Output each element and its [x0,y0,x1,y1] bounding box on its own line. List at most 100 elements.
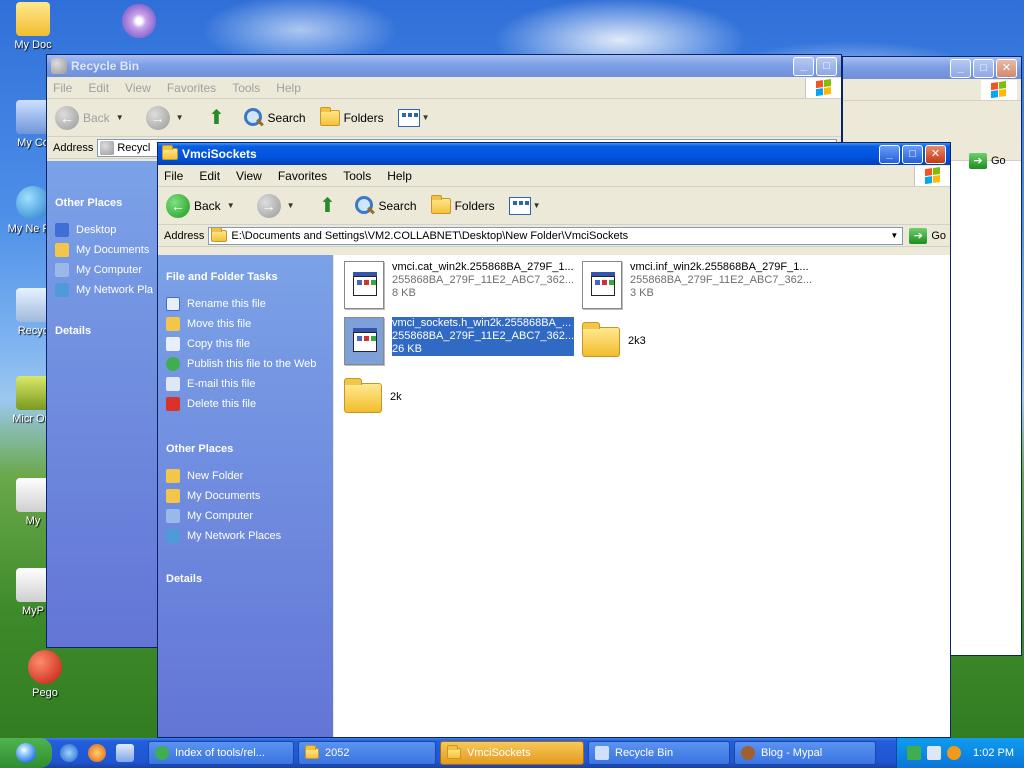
maximize-button[interactable]: □ [973,58,994,78]
task-publish[interactable]: Publish this file to the Web [158,357,333,371]
task-recycle-bin[interactable]: Recycle Bin [588,741,730,765]
search-tray-icon[interactable] [947,746,962,760]
up-button[interactable]: ⬆ [206,107,228,129]
minimize-button[interactable]: _ [950,58,971,78]
other-places-heading: Other Places [55,197,123,209]
views-icon [508,196,531,215]
views-button[interactable]: ▼ [397,108,438,127]
file-list[interactable]: vmci.cat_win2k.255868BA_279F_1... 255868… [334,255,950,737]
menu-file[interactable]: File [164,169,183,183]
folder-icon [319,106,340,126]
task-blog-mypal[interactable]: Blog - Mypal [734,741,876,765]
place-my-documents[interactable]: My Documents [47,243,157,257]
folders-button[interactable]: Folders [430,194,495,214]
folder-icon [162,145,178,160]
place-my-documents[interactable]: My Documents [158,489,333,503]
task-rename[interactable]: Rename this file [158,297,333,311]
titlebar[interactable]: Recycle Bin _ □ [47,55,841,77]
forward-arrow-icon: → [145,105,170,130]
recycle-bin-icon [595,746,609,760]
tool-tray-icon[interactable] [927,746,942,760]
recycle-bin-icon [100,140,115,155]
details-heading: Details [55,325,92,337]
go-button[interactable]: ➔ Go [909,227,946,244]
file-item[interactable]: vmci.inf_win2k.255868BA_279F_1... 255868… [582,261,812,309]
my-documents-icon [55,243,69,257]
menu-view[interactable]: View [125,81,151,95]
search-button[interactable]: Search [353,195,417,217]
menu-favorites[interactable]: Favorites [278,169,327,183]
desktop-icon-cd[interactable] [108,4,170,41]
menubar: File Edit View Favorites Tools Help [158,165,950,187]
forward-button[interactable]: → ▼ [145,105,192,130]
desktop-icon-my-documents[interactable]: My Doc [2,2,64,51]
maximize-button[interactable]: □ [816,56,837,76]
search-button[interactable]: Search [242,107,306,129]
start-button[interactable] [0,738,52,768]
up-button[interactable]: ⬆ [317,195,339,217]
titlebar[interactable]: _ □ ✕ [843,57,1021,79]
place-my-network[interactable]: My Network Pla [47,283,157,297]
ie-icon[interactable] [60,744,78,762]
folder-item[interactable]: 2k3 [582,317,646,357]
views-button[interactable]: ▼ [508,196,549,215]
cd-icon [122,4,156,38]
task-email[interactable]: E-mail this file [158,377,333,391]
menu-tools[interactable]: Tools [343,169,371,183]
task-2052[interactable]: 2052 [298,741,436,765]
file-item[interactable]: vmci.cat_win2k.255868BA_279F_1... 255868… [344,261,574,309]
folder-icon [211,227,228,242]
folders-button[interactable]: Folders [319,106,384,126]
task-vmcisockets[interactable]: VmciSockets [440,741,584,765]
globe-icon [16,186,50,220]
menu-edit[interactable]: Edit [88,81,109,95]
go-button[interactable]: ➔ Go [969,153,1006,169]
minimize-button[interactable]: _ [793,56,814,76]
menubar: File Edit View Favorites Tools Help [47,77,841,99]
menu-file[interactable]: File [53,81,72,95]
go-arrow-icon: ➔ [909,227,928,244]
network-tray-icon[interactable] [907,746,922,760]
place-my-computer[interactable]: My Computer [47,263,157,277]
chevron-down-icon: ▼ [421,113,430,122]
windows-logo-icon [805,77,841,98]
chevron-down-icon[interactable]: ▼ [886,231,902,240]
folder-icon [447,744,461,759]
place-my-network[interactable]: My Network Places [158,529,333,543]
maximize-button[interactable]: □ [902,144,923,164]
menu-tools[interactable]: Tools [232,81,260,95]
menu-edit[interactable]: Edit [199,169,220,183]
address-input[interactable]: E:\Documents and Settings\VM2.COLLABNET\… [208,226,904,245]
task-index-of-tools[interactable]: Index of tools/rel... [148,741,294,765]
my-computer-icon [166,509,180,523]
place-desktop[interactable]: Desktop [47,223,157,237]
menu-favorites[interactable]: Favorites [167,81,216,95]
task-copy[interactable]: Copy this file [158,337,333,351]
minimize-button[interactable]: _ [879,144,900,164]
menu-help[interactable]: Help [276,81,301,95]
task-delete[interactable]: Delete this file [158,397,333,411]
back-button[interactable]: ← Back ▼ [55,105,132,130]
forward-button[interactable]: → ▼ [256,193,303,218]
show-desktop-icon[interactable] [116,744,134,762]
menu-help[interactable]: Help [387,169,412,183]
email-icon [166,377,180,391]
place-new-folder[interactable]: New Folder [158,469,333,483]
place-my-computer[interactable]: My Computer [158,509,333,523]
up-folder-icon: ⬆ [319,194,336,217]
file-item-selected[interactable]: vmci_sockets.h_win2k.255868BA_... 255868… [344,317,575,365]
desktop-icon-pego[interactable]: Pego [14,650,76,699]
vmcisockets-window[interactable]: VmciSockets _ □ ✕ File Edit View Favorit… [157,142,951,738]
folder-icon [16,2,50,36]
go-arrow-icon: ➔ [969,153,987,169]
search-icon [353,195,375,217]
windows-orb-icon [16,743,36,763]
titlebar[interactable]: VmciSockets _ □ ✕ [158,143,950,165]
firefox-icon[interactable] [88,744,106,762]
task-move[interactable]: Move this file [158,317,333,331]
close-button[interactable]: ✕ [996,58,1017,78]
menu-view[interactable]: View [236,169,262,183]
close-button[interactable]: ✕ [925,144,946,164]
folder-item[interactable]: 2k [344,373,402,413]
back-button[interactable]: ← Back ▼ [166,193,243,218]
